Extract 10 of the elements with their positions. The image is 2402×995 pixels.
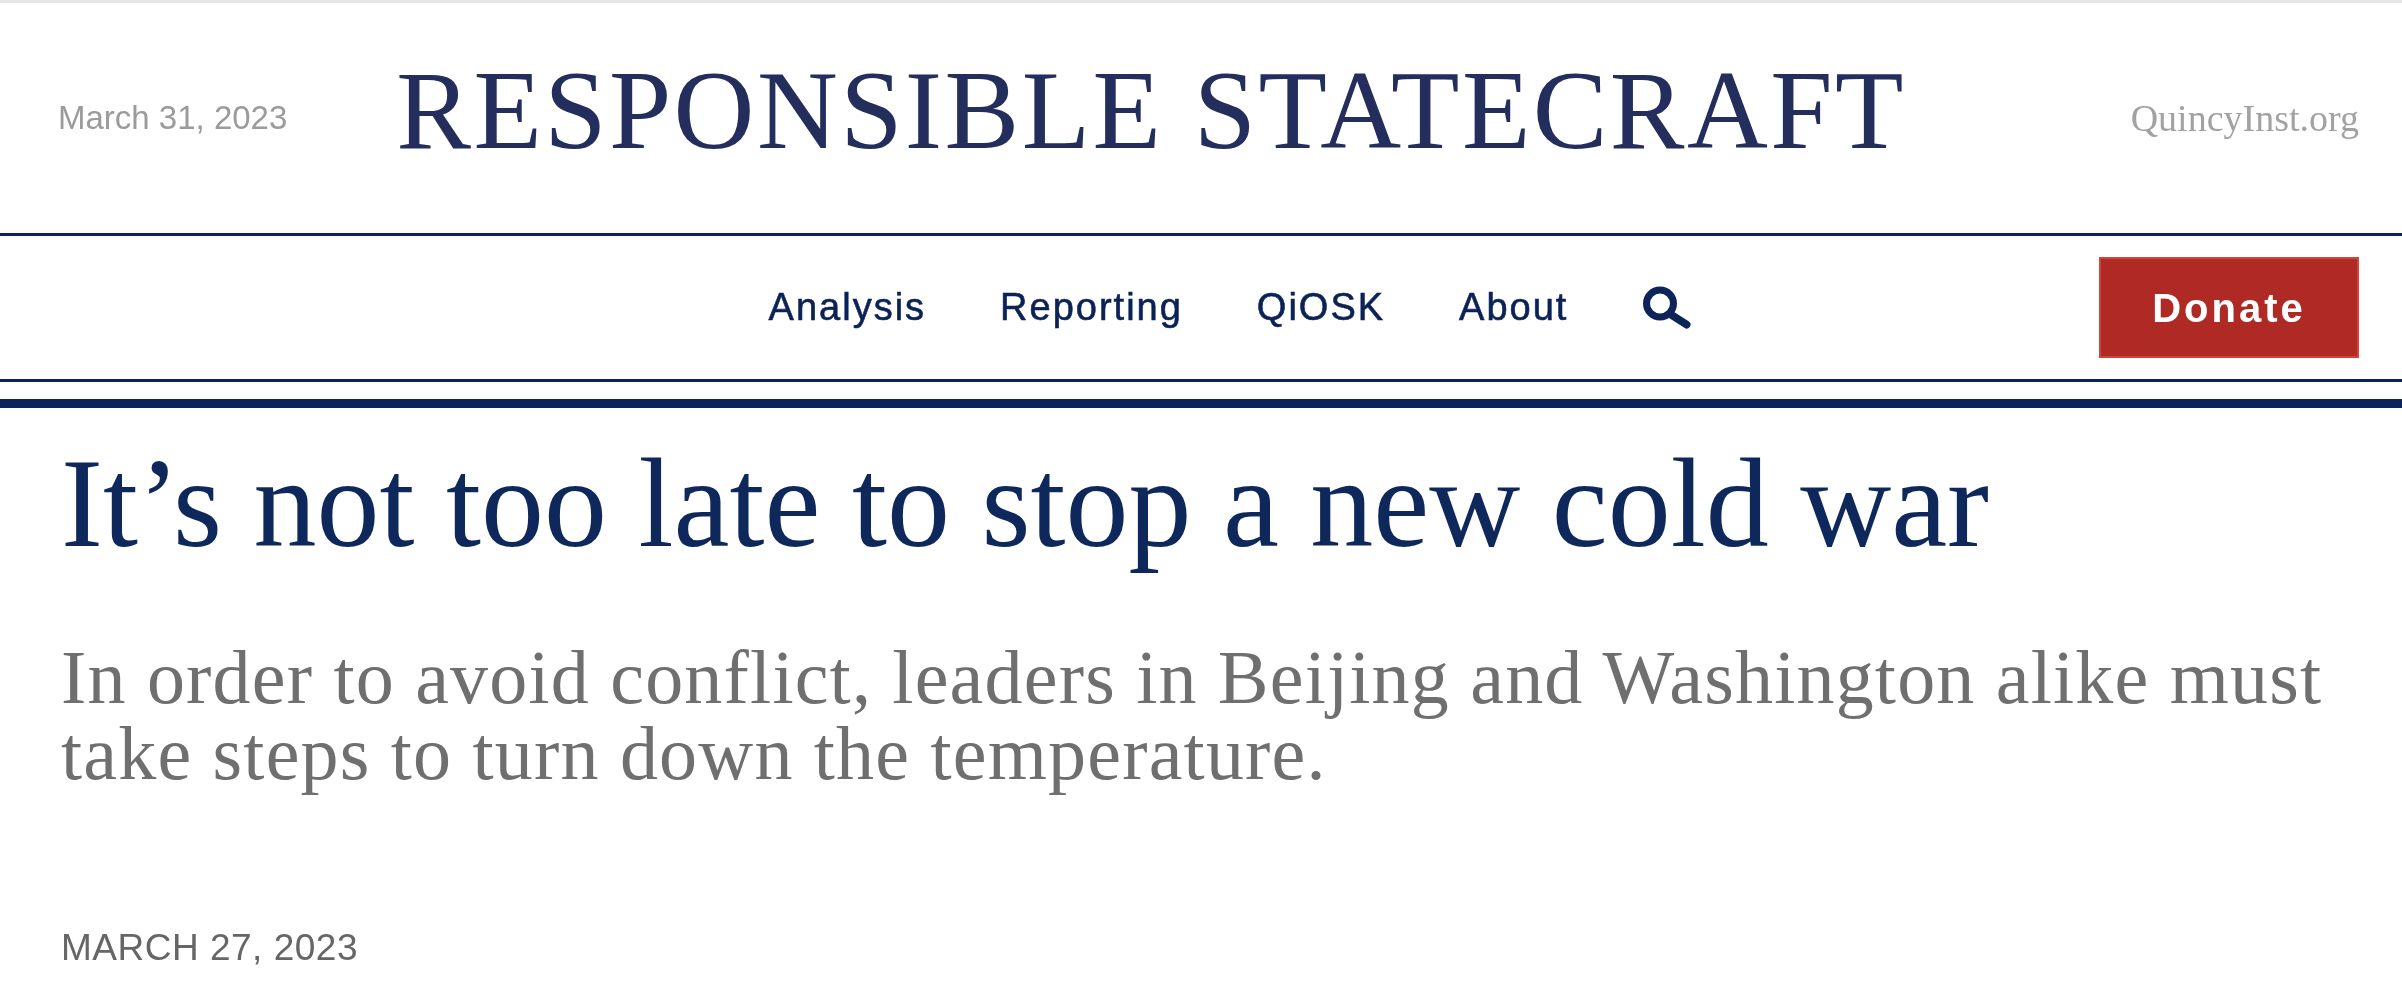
nav-link[interactable]: QiOSK bbox=[1256, 279, 1386, 336]
nav-link[interactable]: Reporting bbox=[1000, 279, 1183, 336]
header-date: March 31, 2023 bbox=[58, 98, 288, 139]
nav-link[interactable]: Analysis bbox=[768, 279, 927, 336]
nav-link[interactable]: About bbox=[1459, 279, 1569, 336]
search-icon[interactable] bbox=[1642, 286, 1692, 329]
site-logo[interactable]: RESPONSIBLE STATECRAFT bbox=[396, 52, 1906, 170]
publish-date: MARCH 27, 2023 bbox=[61, 925, 359, 970]
donate-button[interactable]: Donate bbox=[2099, 257, 2359, 358]
article-headline: It’s not too late to stop a new cold war bbox=[61, 433, 1991, 575]
